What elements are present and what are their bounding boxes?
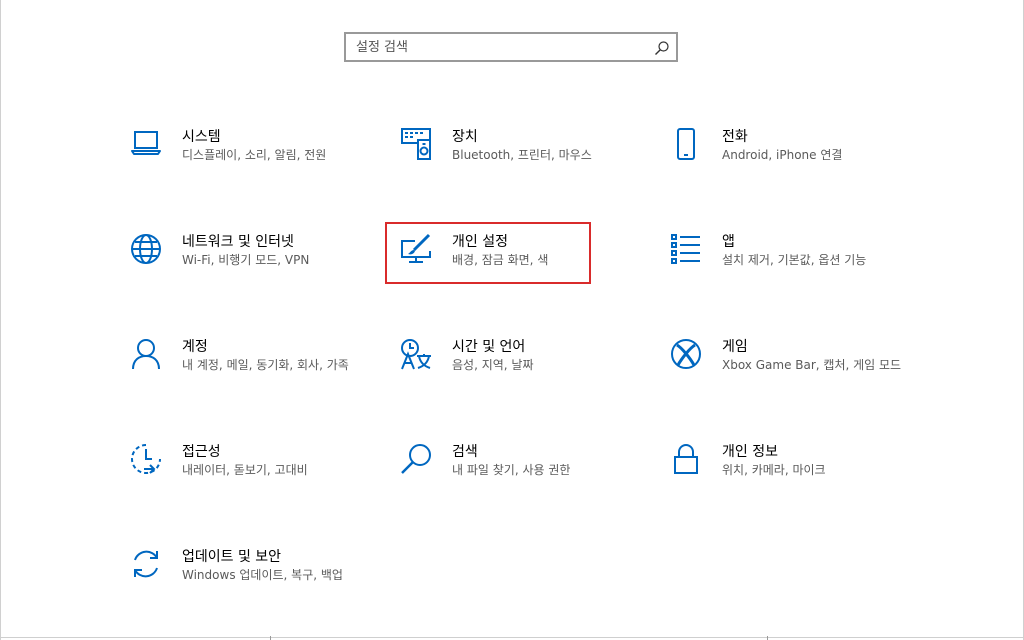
tile-title: 개인 정보: [722, 444, 778, 460]
search-magnifier-icon: [400, 443, 432, 475]
tile-subtitle: 디스플레이, 소리, 알림, 전원: [182, 148, 327, 162]
tile-title: 업데이트 및 보안: [182, 549, 282, 565]
tile-title: 시스템: [182, 129, 221, 145]
tile-subtitle: Android, iPhone 연결: [722, 148, 843, 162]
tile-devices[interactable]: 장치 Bluetooth, 프린터, 마우스: [400, 128, 630, 194]
tile-subtitle: 내 계정, 메일, 동기화, 회사, 가족: [182, 358, 349, 372]
sync-icon: [130, 548, 162, 580]
tile-title: 장치: [452, 129, 478, 145]
apps-list-icon: [670, 233, 702, 265]
bottom-divider: [0, 637, 1024, 638]
tile-subtitle: 위치, 카메라, 마이크: [722, 463, 826, 477]
globe-icon: [130, 233, 162, 265]
tile-subtitle: 음성, 지역, 날짜: [452, 358, 534, 372]
tile-subtitle: Windows 업데이트, 복구, 백업: [182, 568, 343, 582]
time-language-icon: [400, 338, 432, 370]
person-icon: [130, 338, 162, 370]
settings-search-input[interactable]: [356, 37, 646, 57]
settings-search-box[interactable]: [344, 32, 678, 62]
tile-time-language[interactable]: 시간 및 언어 음성, 지역, 날짜: [400, 338, 630, 404]
tile-title: 게임: [722, 339, 748, 355]
tile-subtitle: Xbox Game Bar, 캡처, 게임 모드: [722, 358, 902, 372]
tile-title: 접근성: [182, 444, 221, 460]
tile-accounts[interactable]: 계정 내 계정, 메일, 동기화, 회사, 가족: [130, 338, 360, 404]
tile-apps[interactable]: 앱 설치 제거, 기본값, 옵션 기능: [670, 233, 900, 299]
tile-title: 계정: [182, 339, 208, 355]
tile-network-internet[interactable]: 네트워크 및 인터넷 Wi-Fi, 비행기 모드, VPN: [130, 233, 360, 299]
tile-subtitle: 배경, 잠금 화면, 색: [452, 253, 549, 267]
devices-icon: [400, 128, 432, 160]
tile-subtitle: Bluetooth, 프린터, 마우스: [452, 148, 592, 162]
tile-title: 검색: [452, 444, 478, 460]
tile-ease-of-access[interactable]: 접근성 내레이터, 돋보기, 고대비: [130, 443, 360, 509]
tile-title: 시간 및 언어: [452, 339, 526, 355]
divider-tick: [270, 636, 271, 640]
tile-subtitle: Wi-Fi, 비행기 모드, VPN: [182, 253, 310, 267]
tile-system[interactable]: 시스템 디스플레이, 소리, 알림, 전원: [130, 128, 360, 194]
ease-of-access-icon: [130, 443, 162, 475]
tile-personalization[interactable]: 개인 설정 배경, 잠금 화면, 색: [400, 233, 630, 299]
tile-update-security[interactable]: 업데이트 및 보안 Windows 업데이트, 복구, 백업: [130, 548, 360, 614]
divider-tick: [767, 636, 768, 640]
xbox-icon: [670, 338, 702, 370]
window-left-border: [0, 0, 1, 640]
tile-subtitle: 내 파일 찾기, 사용 권한: [452, 463, 571, 477]
tile-subtitle: 설치 제거, 기본값, 옵션 기능: [722, 253, 867, 267]
phone-icon: [670, 128, 702, 160]
tile-gaming[interactable]: 게임 Xbox Game Bar, 캡처, 게임 모드: [670, 338, 902, 404]
laptop-icon: [130, 128, 162, 160]
tile-title: 앱: [722, 234, 735, 250]
tile-privacy[interactable]: 개인 정보 위치, 카메라, 마이크: [670, 443, 900, 509]
lock-icon: [670, 443, 702, 475]
search-icon[interactable]: [654, 40, 670, 56]
personalization-icon: [400, 233, 432, 265]
tile-title: 네트워크 및 인터넷: [182, 234, 294, 250]
tile-subtitle: 내레이터, 돋보기, 고대비: [182, 463, 308, 477]
tile-phone[interactable]: 전화 Android, iPhone 연결: [670, 128, 900, 194]
tile-title: 개인 설정: [452, 234, 508, 250]
tile-search[interactable]: 검색 내 파일 찾기, 사용 권한: [400, 443, 630, 509]
tile-title: 전화: [722, 129, 748, 145]
